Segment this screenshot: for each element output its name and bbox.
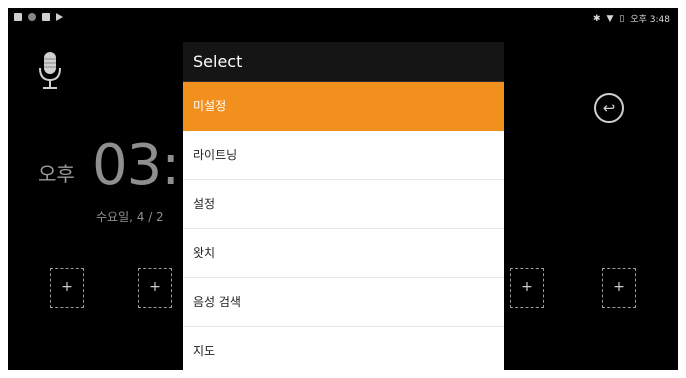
play-icon <box>56 13 63 21</box>
add-shortcut-slot[interactable]: + <box>602 268 636 308</box>
status-bar: ✱ ▼ ▯ 오후 3:48 <box>8 8 678 30</box>
clock-time: 03: <box>92 133 180 198</box>
option-item[interactable]: 왓치 <box>183 229 504 278</box>
option-item[interactable]: 음성 검색 <box>183 278 504 327</box>
dialog-title: Select <box>183 42 504 82</box>
bluetooth-icon: ✱ <box>592 13 601 24</box>
device-screen: ✱ ▼ ▯ 오후 3:48 ↩ 오후 03: 수요일, 4 / 2 + + + … <box>8 8 678 370</box>
add-icon: + <box>613 279 625 295</box>
option-item[interactable]: 지도 <box>183 327 504 370</box>
notification-icon <box>14 13 22 21</box>
add-shortcut-slot[interactable]: + <box>138 268 172 308</box>
settings-icon <box>28 13 36 21</box>
add-shortcut-slot[interactable]: + <box>510 268 544 308</box>
back-arrow-icon: ↩ <box>602 99 616 117</box>
add-icon: + <box>521 279 533 295</box>
back-button[interactable]: ↩ <box>594 93 624 123</box>
option-item[interactable]: 미설정 <box>183 82 504 131</box>
microphone-icon[interactable] <box>35 50 65 92</box>
clock-date: 수요일, 4 / 2 <box>96 210 164 224</box>
add-icon: + <box>149 279 161 295</box>
battery-icon: ▯ <box>619 13 625 24</box>
option-item[interactable]: 설정 <box>183 180 504 229</box>
status-right-icons: ✱ ▼ ▯ 오후 3:48 <box>592 12 670 26</box>
add-shortcut-slot[interactable]: + <box>50 268 84 308</box>
option-item[interactable]: 라이트닝 <box>183 131 504 180</box>
wifi-icon: ▼ <box>606 13 614 24</box>
add-icon: + <box>61 279 73 295</box>
status-time: 오후 3:48 <box>630 15 670 25</box>
clock-ampm: 오후 <box>38 162 75 186</box>
lock-icon <box>42 13 50 21</box>
select-dialog: Select 미설정 라이트닝 설정 왓치 음성 검색 지도 <box>183 42 504 370</box>
status-left-icons <box>14 13 63 21</box>
